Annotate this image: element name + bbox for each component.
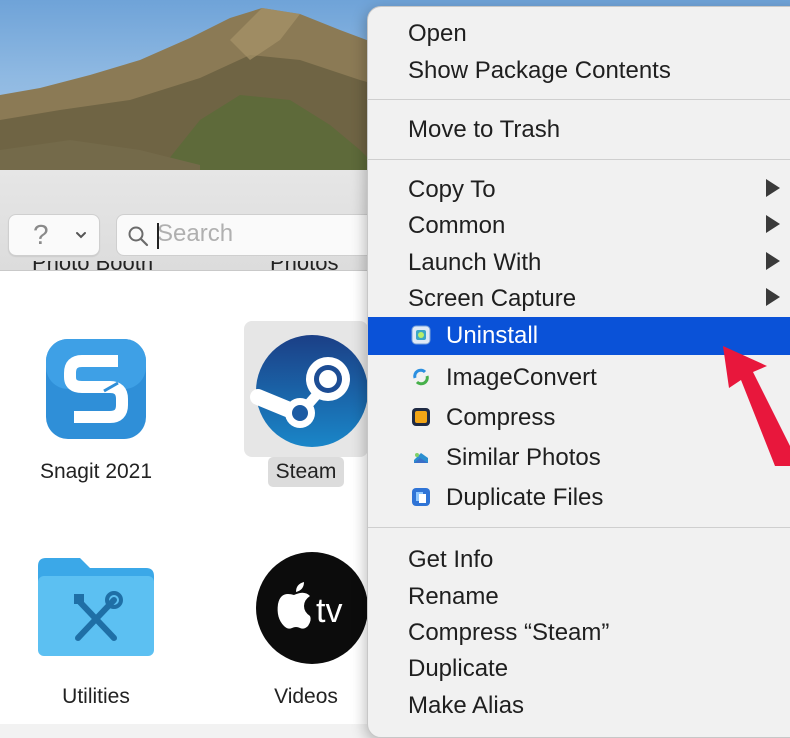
help-icon: ?	[33, 219, 49, 250]
submenu-arrow-icon	[766, 215, 780, 233]
snagit-icon	[46, 339, 146, 439]
menu-item-launch-with[interactable]: Launch With	[368, 244, 790, 280]
app-item-utilities[interactable]: Utilities	[6, 546, 186, 712]
search-input[interactable]	[157, 219, 357, 249]
menu-item-common[interactable]: Common	[368, 207, 790, 243]
app-item-snagit[interactable]: Snagit 2021	[6, 321, 186, 487]
partial-app-label: Photo Booth	[32, 261, 154, 275]
uninstall-icon	[411, 325, 431, 345]
annotation-arrow-icon	[723, 346, 790, 466]
help-button[interactable]: ?	[8, 214, 100, 256]
steam-icon	[250, 335, 368, 447]
compress-icon	[412, 408, 430, 426]
menu-item-copy-to[interactable]: Copy To	[368, 171, 790, 207]
menu-separator	[368, 159, 790, 160]
text-cursor	[157, 223, 159, 249]
chevron-down-icon	[76, 232, 86, 239]
menu-separator	[368, 527, 790, 528]
apple-tv-icon: tv	[256, 552, 368, 664]
menu-item-duplicate-files[interactable]: Duplicate Files	[368, 479, 790, 515]
menu-item-duplicate[interactable]: Duplicate	[368, 650, 790, 686]
menu-item-show-package-contents[interactable]: Show Package Contents	[368, 52, 790, 88]
partial-app-label: Photos	[270, 261, 339, 275]
search-field[interactable]	[116, 214, 378, 256]
apple-tv-glyph: tv	[316, 592, 342, 630]
submenu-arrow-icon	[766, 252, 780, 270]
menu-item-rename[interactable]: Rename	[368, 578, 790, 614]
submenu-arrow-icon	[766, 179, 780, 197]
submenu-arrow-icon	[766, 288, 780, 306]
similar-photos-icon	[414, 453, 428, 463]
menu-item-compress-steam[interactable]: Compress “Steam”	[368, 614, 790, 650]
search-icon	[128, 226, 149, 247]
menu-item-screen-capture[interactable]: Screen Capture	[368, 280, 790, 316]
duplicate-files-icon	[412, 488, 430, 506]
menu-separator	[368, 99, 790, 100]
imageconvert-icon	[413, 368, 429, 386]
app-label: Snagit 2021	[39, 460, 153, 483]
menu-item-move-to-trash[interactable]: Move to Trash	[368, 111, 790, 147]
menu-item-open[interactable]: Open	[368, 15, 790, 51]
app-label: Steam	[267, 457, 345, 487]
utilities-folder-icon	[38, 558, 154, 656]
app-label: Videos	[274, 685, 338, 708]
menu-item-get-info[interactable]: Get Info	[368, 541, 790, 577]
menu-item-make-alias[interactable]: Make Alias	[368, 687, 790, 723]
app-label: Utilities	[62, 685, 130, 708]
